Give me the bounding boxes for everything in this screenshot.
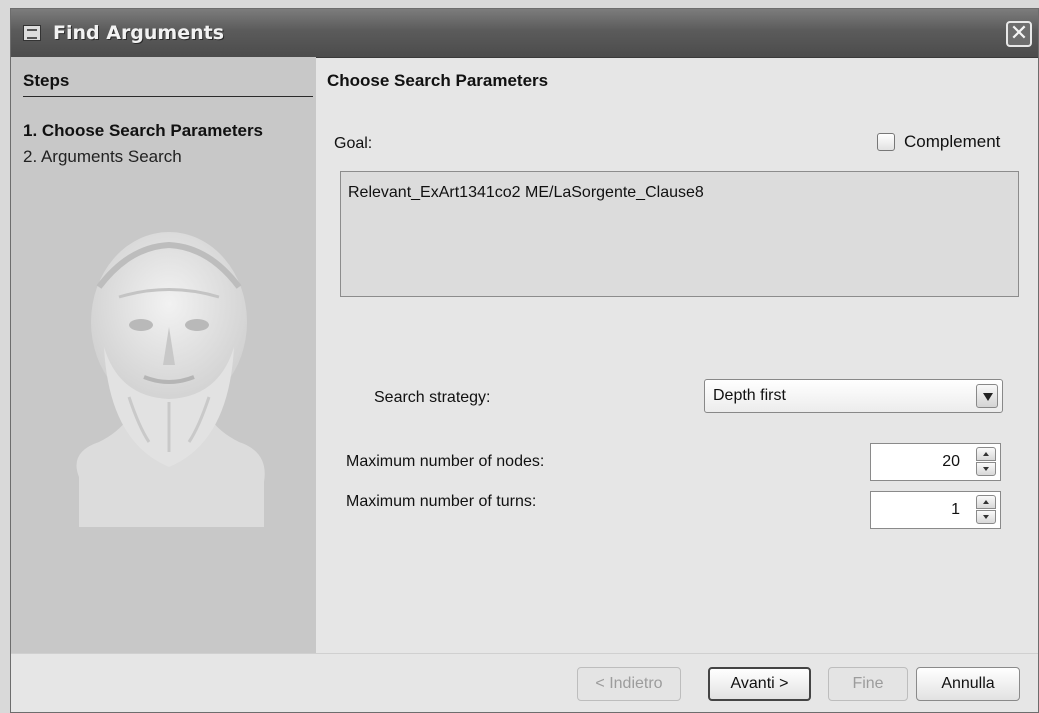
cancel-button[interactable]: Annulla [916,667,1020,701]
spin-down-icon[interactable] [976,462,996,476]
close-icon: ✕ [1009,21,1029,46]
complement-label: Complement [904,132,1001,151]
step-choose-search-parameters: 1. Choose Search Parameters [23,121,264,140]
spin-down-icon[interactable] [976,510,996,524]
finish-button[interactable]: Fine [828,667,908,701]
goal-text-area[interactable]: Relevant_ExArt1341co2 ME/LaSorgente_Clau… [340,171,1019,297]
section-title: Choose Search Parameters [327,71,549,90]
chevron-down-icon[interactable] [976,384,998,408]
close-button[interactable]: ✕ [1006,21,1032,47]
goal-label: Goal: [334,135,373,152]
checkbox-box[interactable] [877,133,895,151]
max-nodes-label: Maximum number of nodes: [346,453,545,470]
window-title: Find Arguments [53,22,225,44]
steps-panel: Steps 1. Choose Search Parameters 2. Arg… [11,57,316,653]
next-button[interactable]: Avanti > [708,667,811,701]
max-nodes-spinner[interactable]: 20 [870,443,1001,481]
spin-up-icon[interactable] [976,495,996,509]
search-strategy-value: Depth first [713,387,786,404]
max-turns-value[interactable]: 1 [951,501,960,519]
find-arguments-dialog: Find Arguments ✕ Steps 1. Choose Search … [10,8,1039,713]
complement-checkbox[interactable]: Complement [877,131,1000,153]
max-turns-label: Maximum number of turns: [346,493,537,510]
title-bar[interactable]: Find Arguments ✕ [11,9,1038,58]
steps-header: Steps [23,71,313,97]
spin-up-icon[interactable] [976,447,996,461]
search-strategy-label: Search strategy: [374,389,491,406]
footer-divider [11,653,1038,654]
step-arguments-search: 2. Arguments Search [23,147,182,166]
philosopher-bust-image [76,232,265,527]
back-button[interactable]: < Indietro [577,667,681,701]
max-turns-spinner[interactable]: 1 [870,491,1001,529]
max-nodes-value[interactable]: 20 [942,453,960,471]
java-app-icon [23,25,41,41]
search-strategy-select[interactable]: Depth first [704,379,1003,413]
